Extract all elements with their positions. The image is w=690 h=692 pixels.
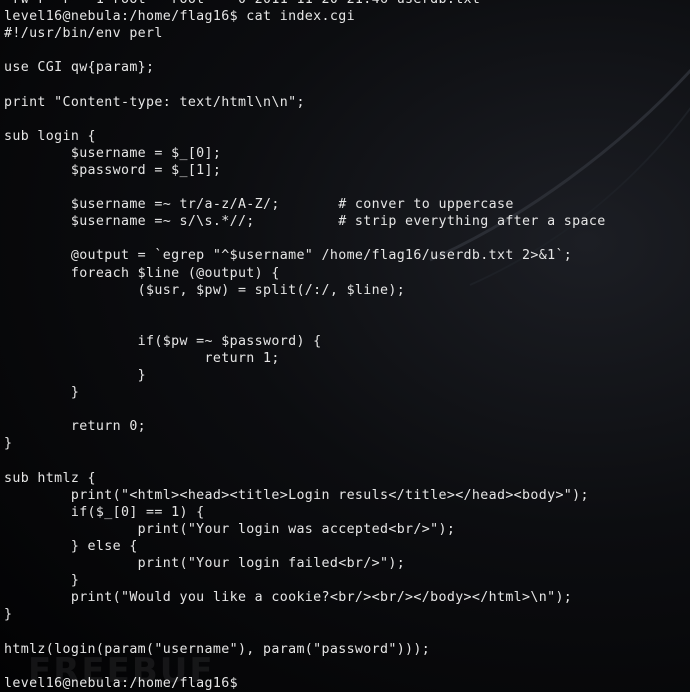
terminal-line: @output = `egrep "^$username" /home/flag… <box>4 248 573 264</box>
terminal-line: htmlz(login(param("username"), param("pa… <box>4 641 431 657</box>
terminal-line: } <box>4 436 13 452</box>
terminal-line: print("Would you like a cookie?<br/><br/… <box>4 590 573 606</box>
terminal-line: print("Your login was accepted<br/>"); <box>4 521 456 537</box>
terminal-prompt: level16@nebula:/home/flag16$ <box>4 675 238 691</box>
terminal-line: #!/usr/bin/env perl <box>4 26 163 42</box>
terminal-line: sub login { <box>4 128 96 144</box>
terminal-line: -rw-r--r-- 1 root root 0 2011-11-20 21:4… <box>4 0 606 8</box>
terminal-prompt-line[interactable]: level16@nebula:/home/flag16$ <box>4 675 606 692</box>
terminal-line: $password = $_[1]; <box>4 162 222 178</box>
terminal-line: print "Content-type: text/html\n\n"; <box>4 94 305 110</box>
terminal-line: use CGI qw{param}; <box>4 60 155 76</box>
terminal-window[interactable]: -rw-r--r-- 1 root root 0 2011-11-20 21:4… <box>0 0 690 692</box>
terminal-line: } <box>4 607 13 623</box>
terminal-line: $username =~ s/\s.*//; # strip everythin… <box>4 214 606 230</box>
terminal-line: $username =~ tr/a-z/A-Z/; # conver to up… <box>4 197 514 213</box>
terminal-line: if($_[0] == 1) { <box>4 504 205 520</box>
terminal-output: -rw-r--r-- 1 root root 0 2011-11-20 21:4… <box>4 0 606 692</box>
terminal-line: return 0; <box>4 419 147 435</box>
terminal-line: ($usr, $pw) = split(/:/, $line); <box>4 282 406 298</box>
terminal-line: foreach $line (@output) { <box>4 265 280 281</box>
text-cursor <box>238 675 246 690</box>
terminal-line: if($pw =~ $password) { <box>4 333 322 349</box>
terminal-line: } <box>4 368 147 384</box>
terminal-line: } <box>4 573 80 589</box>
terminal-line: sub htmlz { <box>4 470 96 486</box>
terminal-line: print("<html><head><title>Login resuls</… <box>4 487 589 503</box>
terminal-line: level16@nebula:/home/flag16$ cat index.c… <box>4 9 355 25</box>
terminal-line: $username = $_[0]; <box>4 145 222 161</box>
terminal-line: print("Your login failed<br/>"); <box>4 556 406 572</box>
terminal-line: } <box>4 385 80 401</box>
terminal-line: } else { <box>4 539 138 554</box>
terminal-line: return 1; <box>4 350 280 366</box>
